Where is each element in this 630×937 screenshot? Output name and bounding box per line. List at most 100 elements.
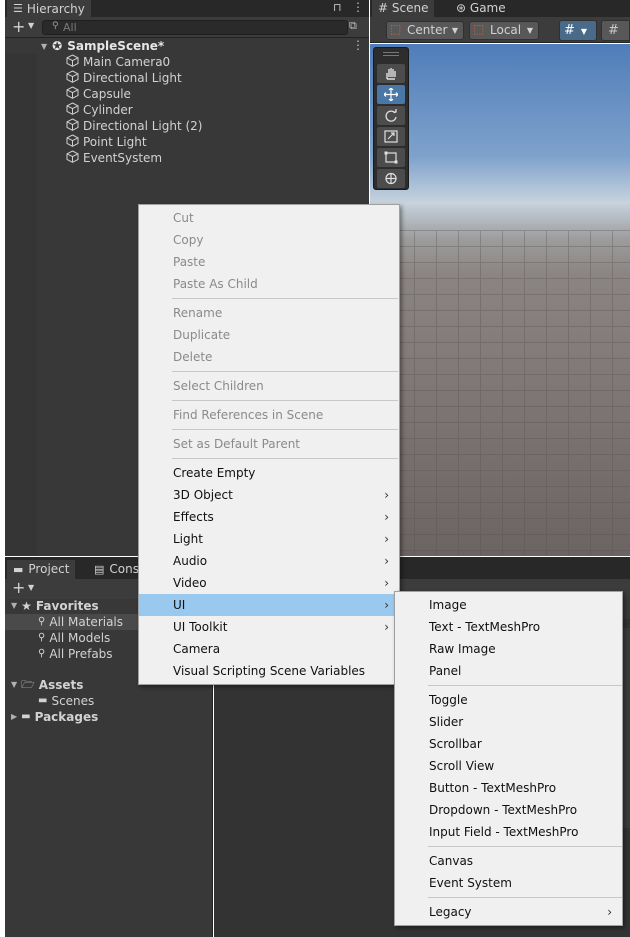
menu-item-visual-scripting-scene-variables[interactable]: Visual Scripting Scene Variables: [139, 660, 399, 682]
scale-tool-button[interactable]: [377, 127, 405, 146]
scene-viewport[interactable]: [370, 44, 630, 556]
chevron-right-icon: ›: [384, 488, 389, 502]
menu-item-dropdown-textmeshpro[interactable]: Dropdown - TextMeshPro: [395, 799, 622, 821]
favorite-item-all-materials[interactable]: ⚲ All Materials: [38, 614, 123, 630]
tab-scene-label: Scene: [391, 1, 429, 15]
menu-item-label: Text - TextMeshPro: [429, 620, 541, 634]
hierarchy-item[interactable]: Cylinder: [66, 101, 133, 118]
hierarchy-item-label: Directional Light (2): [83, 119, 203, 133]
menu-item-canvas[interactable]: Canvas: [395, 850, 622, 872]
menu-item-create-empty[interactable]: Create Empty: [139, 462, 399, 484]
hierarchy-item[interactable]: Directional Light (2): [66, 117, 203, 135]
chevron-down-icon[interactable]: ▼: [28, 21, 34, 30]
scene-visibility-icon[interactable]: ⧉: [349, 19, 357, 33]
hand-tool-button[interactable]: [377, 64, 405, 83]
chevron-down-icon[interactable]: ▼: [28, 583, 34, 592]
menu-item-light[interactable]: Light ›: [139, 528, 399, 550]
packages-row[interactable]: ▶ ▬ Packages: [11, 709, 98, 725]
move-tool-button[interactable]: [377, 85, 405, 104]
menu-item-label: Duplicate: [173, 328, 231, 342]
hierarchy-item[interactable]: Point Light: [66, 133, 147, 150]
menu-item-audio[interactable]: Audio ›: [139, 550, 399, 572]
favorite-item-all-models[interactable]: ⚲ All Models: [38, 630, 110, 646]
foldout-collapsed-icon[interactable]: ▶: [11, 709, 17, 725]
menu-item-legacy[interactable]: Legacy ›: [395, 901, 622, 923]
menu-item-raw-image[interactable]: Raw Image: [395, 638, 622, 660]
menu-item-rename[interactable]: Rename: [139, 302, 399, 324]
menu-item-camera[interactable]: Camera: [139, 638, 399, 660]
menu-separator: [428, 685, 622, 686]
menu-item-ui[interactable]: UI ›: [139, 594, 399, 616]
folder-item-scenes[interactable]: ▬ Scenes: [38, 693, 94, 709]
grid-snap-button[interactable]: # ▼: [559, 20, 597, 41]
menu-item-panel[interactable]: Panel: [395, 660, 622, 682]
menu-item-duplicate[interactable]: Duplicate: [139, 324, 399, 346]
favorite-label: All Materials: [49, 615, 124, 629]
folder-icon: ▬: [13, 563, 24, 576]
menu-item-scrollbar[interactable]: Scrollbar: [395, 733, 622, 755]
scene-name: SampleScene*: [67, 39, 165, 53]
menu-item-set-as-default-parent[interactable]: Set as Default Parent: [139, 433, 399, 455]
menu-item-toggle[interactable]: Toggle: [395, 689, 622, 711]
tab-hierarchy[interactable]: ☰ Hierarchy: [7, 0, 91, 17]
menu-item-copy[interactable]: Copy: [139, 229, 399, 251]
add-icon[interactable]: +: [12, 578, 25, 598]
assets-row[interactable]: ▼ 🗁 Assets: [11, 677, 83, 693]
tab-scene[interactable]: # Scene: [372, 0, 435, 17]
grid-visibility-button[interactable]: #: [601, 20, 630, 41]
menu-item-input-field-textmeshpro[interactable]: Input Field - TextMeshPro: [395, 821, 622, 843]
palette-handle[interactable]: [383, 52, 399, 56]
more-options-icon[interactable]: ⋮: [352, 0, 364, 14]
menu-item-3d-object[interactable]: 3D Object ›: [139, 484, 399, 506]
tab-console[interactable]: ▤ Cons: [88, 560, 145, 579]
menu-item-text-textmeshpro[interactable]: Text - TextMeshPro: [395, 616, 622, 638]
pivot-icon: ⬚: [390, 22, 402, 36]
menu-item-scroll-view[interactable]: Scroll View: [395, 755, 622, 777]
menu-item-label: Create Empty: [173, 466, 256, 480]
foldout-expanded-icon[interactable]: ▼: [41, 42, 47, 51]
folder-icon: ▬: [21, 711, 31, 722]
add-icon[interactable]: +: [12, 17, 25, 37]
menu-item-paste[interactable]: Paste: [139, 251, 399, 273]
menu-item-ui-toolkit[interactable]: UI Toolkit ›: [139, 616, 399, 638]
tab-project[interactable]: ▬ Project: [7, 560, 76, 579]
menu-item-cut[interactable]: Cut: [139, 207, 399, 229]
menu-item-label: Select Children: [173, 379, 264, 393]
rotate-tool-button[interactable]: [377, 106, 405, 125]
scene-menu-icon[interactable]: ⋮: [352, 38, 364, 52]
menu-item-video[interactable]: Video ›: [139, 572, 399, 594]
chevron-right-icon: ›: [384, 554, 389, 568]
hierarchy-search-input[interactable]: All: [42, 20, 348, 35]
hierarchy-item[interactable]: Directional Light: [66, 69, 182, 86]
hierarchy-item[interactable]: EventSystem: [66, 149, 163, 166]
hierarchy-item[interactable]: Capsule: [66, 85, 131, 103]
foldout-expanded-icon[interactable]: ▼: [11, 677, 17, 693]
foldout-expanded-icon[interactable]: ▼: [11, 598, 17, 614]
chevron-right-icon: ›: [384, 576, 389, 590]
menu-item-label: Visual Scripting Scene Variables: [173, 664, 366, 678]
menu-item-select-children[interactable]: Select Children: [139, 375, 399, 397]
menu-item-label: Scrollbar: [429, 737, 482, 751]
favorite-item-all-prefabs[interactable]: ⚲ All Prefabs: [38, 646, 113, 662]
favorites-row[interactable]: ▼ ★ Favorites: [11, 598, 99, 614]
menu-item-image[interactable]: Image: [395, 594, 622, 616]
scene-row[interactable]: ▼ ✪ SampleScene*: [5, 38, 369, 54]
gamepad-icon: ⊛: [456, 1, 467, 15]
transform-tool-button[interactable]: [377, 169, 405, 188]
hierarchy-item[interactable]: Main Camera0: [66, 53, 170, 70]
chevron-right-icon: ›: [607, 905, 612, 919]
menu-item-slider[interactable]: Slider: [395, 711, 622, 733]
menu-item-find-references-in-scene[interactable]: Find References in Scene: [139, 404, 399, 426]
gameobject-cube-icon: [66, 85, 79, 103]
tab-game[interactable]: ⊛ Game: [450, 0, 512, 17]
menu-item-paste-as-child[interactable]: Paste As Child: [139, 273, 399, 295]
menu-separator: [172, 371, 398, 372]
gameobject-cube-icon: [66, 117, 79, 135]
menu-item-event-system[interactable]: Event System: [395, 872, 622, 894]
menu-item-effects[interactable]: Effects ›: [139, 506, 399, 528]
hierarchy-item-label: EventSystem: [83, 151, 163, 165]
rect-tool-button[interactable]: [377, 148, 405, 167]
lock-icon[interactable]: ⊓: [333, 1, 342, 14]
menu-item-delete[interactable]: Delete: [139, 346, 399, 368]
menu-item-button-textmeshpro[interactable]: Button - TextMeshPro: [395, 777, 622, 799]
